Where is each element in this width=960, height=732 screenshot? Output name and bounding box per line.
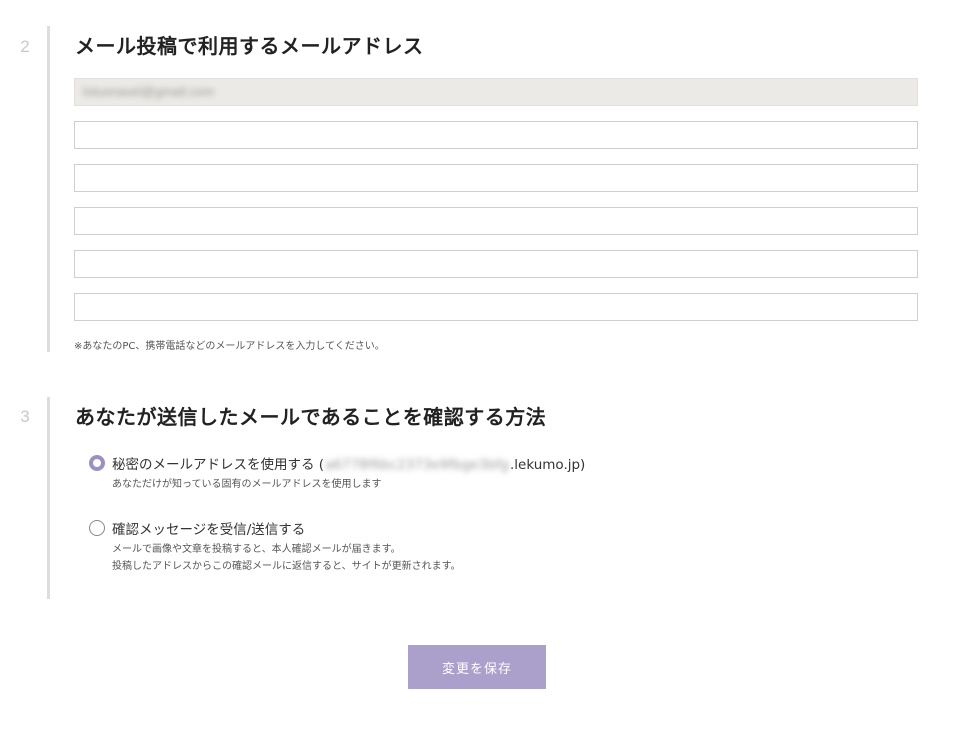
email-input-1[interactable] bbox=[74, 121, 918, 149]
option-description-secret: あなただけが知っている固有のメールアドレスを使用します bbox=[112, 479, 382, 490]
readonly-email-field: lotusnavel@gmail.com bbox=[74, 78, 918, 106]
section-title-verification: あなたが送信したメールであることを確認する方法 bbox=[75, 405, 547, 429]
readonly-email-value: lotusnavel@gmail.com bbox=[83, 84, 214, 99]
secret-address-blurred: a6778f6bc2373e9fbge3bfg bbox=[325, 457, 509, 473]
option-description-confirm-line2: 投稿したアドレスからこの確認メールに返信すると、サイトが更新されます。 bbox=[112, 561, 461, 572]
section-title-email: メール投稿で利用するメールアドレス bbox=[75, 34, 424, 58]
option-label-suffix: .lekumo.jp) bbox=[509, 457, 586, 473]
radio-confirm-message[interactable] bbox=[89, 520, 105, 536]
step-bar-3 bbox=[47, 397, 50, 599]
option-description-confirm-line1: メールで画像や文章を投稿すると、本人確認メールが届きます。 bbox=[112, 544, 401, 555]
step-number-3: 3 bbox=[20, 407, 30, 426]
step-number-2: 2 bbox=[20, 37, 30, 56]
email-help-note: ※あなたのPC、携帯電話などのメールアドレスを入力してください。 bbox=[74, 341, 385, 352]
email-input-4[interactable] bbox=[74, 250, 918, 278]
radio-secret-address[interactable] bbox=[89, 455, 105, 471]
radio-label-confirm-message[interactable]: 確認メッセージを受信/送信する bbox=[112, 518, 305, 538]
email-input-2[interactable] bbox=[74, 164, 918, 192]
email-input-5[interactable] bbox=[74, 293, 918, 321]
option-label-prefix: 秘密のメールアドレスを使用する ( bbox=[112, 457, 325, 473]
email-input-3[interactable] bbox=[74, 207, 918, 235]
radio-label-secret-address[interactable]: 秘密のメールアドレスを使用する (a6778f6bc2373e9fbge3bfg… bbox=[112, 453, 585, 473]
step-bar-2 bbox=[47, 26, 50, 352]
save-changes-button[interactable]: 変更を保存 bbox=[408, 645, 546, 689]
